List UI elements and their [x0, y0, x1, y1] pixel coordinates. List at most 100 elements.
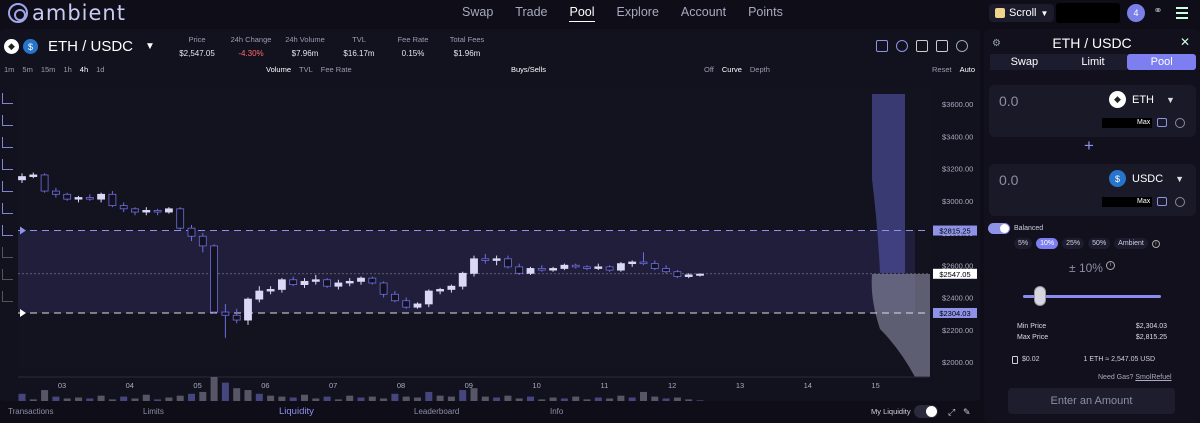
timeframe-1m[interactable]: 1m [4, 65, 14, 74]
fib-retracement-icon[interactable] [2, 181, 13, 192]
overlay-tvl[interactable]: TVL [299, 65, 313, 74]
timeframe-5m[interactable]: 5m [22, 65, 32, 74]
logo[interactable]: ambient [8, 1, 126, 25]
timeframe-4h[interactable]: 4h [80, 65, 88, 74]
candle-body [277, 279, 286, 290]
notification-badge[interactable]: 4 [1127, 4, 1145, 22]
magnet-icon[interactable] [2, 225, 13, 236]
crosshair-icon[interactable] [2, 93, 13, 104]
timeframe-1h[interactable]: 1h [63, 65, 71, 74]
dollar-icon[interactable] [896, 40, 908, 52]
range-width-10[interactable]: 10% [1036, 238, 1059, 249]
exchange-rate[interactable]: 1 ETH ≈ 2,547.05 USD [1084, 356, 1156, 364]
token-a-amount-input[interactable]: 0.0 [999, 93, 1018, 109]
nav-link-account[interactable]: Account [681, 5, 726, 22]
smolrefuel-link[interactable]: SmolRefuel [1135, 374, 1171, 381]
reset-button[interactable]: Reset [932, 65, 952, 74]
token-a-max-button[interactable]: Max [1137, 119, 1150, 126]
range-width-5[interactable]: 5% [1014, 238, 1033, 249]
token-b-amount-input[interactable]: 0.0 [999, 172, 1018, 188]
trend-line-icon[interactable] [2, 115, 13, 126]
y-tick-label: $2200.00 [942, 326, 973, 335]
tab-info[interactable]: Info [550, 407, 563, 416]
my-liquidity-toggle[interactable] [914, 405, 938, 418]
undo-icon[interactable] [2, 247, 13, 258]
rectangle-icon[interactable] [2, 159, 13, 170]
auto-scale-button[interactable]: Auto [960, 65, 975, 74]
nav-link-explore[interactable]: Explore [617, 5, 659, 22]
tab-pool[interactable]: Pool [1127, 54, 1197, 70]
nav-link-points[interactable]: Points [748, 5, 783, 22]
measure-icon[interactable] [2, 203, 13, 214]
enter-amount-button[interactable]: Enter an Amount [1008, 388, 1175, 414]
x-tick-label: 10 [532, 381, 540, 390]
network-selector[interactable]: Scroll ▼ [989, 4, 1055, 22]
tab-leaderboard[interactable]: Leaderboard [414, 407, 459, 416]
buys-sells-toggle[interactable]: Buys/Sells [511, 65, 546, 74]
range-slider-thumb[interactable] [1034, 286, 1046, 306]
usdc-icon: $ [1109, 170, 1126, 187]
x-tick-label: 05 [193, 381, 201, 390]
settings-icon[interactable] [956, 40, 968, 52]
info-icon[interactable]: i [1151, 239, 1160, 248]
token-b-selector[interactable]: $ USDC ▼ [1109, 170, 1184, 187]
price-chart[interactable]: $3600.00$3400.00$3200.00$3000.00$2800.00… [0, 29, 980, 401]
info-icon[interactable]: i [1105, 261, 1115, 270]
liquidity-mode-off[interactable]: Off [704, 65, 714, 74]
candle-body [560, 264, 569, 269]
need-gas-row: Need Gas? SmolRefuel [1098, 374, 1172, 381]
bar-chart-icon[interactable] [876, 40, 888, 52]
balanced-toggle[interactable] [988, 223, 1010, 234]
close-icon[interactable]: ✕ [1180, 35, 1190, 49]
fullscreen-icon[interactable] [916, 40, 928, 52]
range-width-25[interactable]: 25% [1062, 238, 1085, 249]
timeframe-1d[interactable]: 1d [96, 65, 104, 74]
candle-body [526, 268, 535, 274]
candle-body [300, 280, 309, 285]
range-width-ambient[interactable]: Ambient [1114, 238, 1148, 249]
wallet-address-button[interactable] [1056, 3, 1120, 23]
y-tick-label: $3000.00 [942, 197, 973, 206]
redo-icon[interactable] [2, 269, 13, 280]
range-width-50[interactable]: 50% [1088, 238, 1111, 249]
exchange-balance-icon[interactable] [1175, 197, 1185, 207]
wallet-icon[interactable] [1157, 197, 1167, 206]
tab-limits[interactable]: Limits [143, 407, 164, 416]
liquidity-mode-curve[interactable]: Curve [722, 65, 742, 74]
menu-icon[interactable] [1176, 4, 1192, 20]
liquidity-mode-depth[interactable]: Depth [750, 65, 770, 74]
candle-body [458, 272, 467, 287]
tab-limit[interactable]: Limit [1058, 54, 1128, 70]
overlay-fee-rate[interactable]: Fee Rate [321, 65, 352, 74]
balanced-label: Balanced [1014, 225, 1044, 232]
nav-link-pool[interactable]: Pool [569, 5, 595, 22]
trash-icon[interactable] [2, 291, 13, 302]
expand-icon[interactable]: ⤢ [948, 407, 955, 418]
horizontal-line-icon[interactable] [2, 137, 13, 148]
min-price-row: Min Price $2,304.03 [1017, 323, 1167, 330]
copy-icon[interactable] [936, 40, 948, 52]
wallet-icon[interactable] [1157, 118, 1167, 127]
candle-body [164, 208, 173, 213]
volume-bar [255, 393, 263, 401]
pin-icon[interactable]: ✎ [963, 407, 971, 418]
tab-swap[interactable]: Swap [990, 54, 1059, 70]
link-icon[interactable]: ⚭ [1150, 4, 1166, 20]
max-price-label: Max Price [1017, 334, 1049, 341]
candle-body [492, 258, 501, 261]
volume-bar [18, 393, 26, 401]
overlay-volume[interactable]: Volume [266, 65, 291, 74]
pair-selector[interactable]: ◆ $ ETH / USDC ▼ [4, 38, 155, 55]
token-a-selector[interactable]: ◆ ETH ▼ [1109, 91, 1175, 108]
nav-link-trade[interactable]: Trade [515, 5, 547, 22]
tab-liquidity[interactable]: Liquidity [279, 406, 314, 417]
volume-bar [425, 391, 433, 401]
nav-link-swap[interactable]: Swap [462, 5, 493, 22]
candle-body [334, 282, 343, 287]
token-b-max-button[interactable]: Max [1137, 198, 1150, 205]
timeframe-15m[interactable]: 15m [41, 65, 56, 74]
min-price-label: Min Price [1017, 323, 1047, 330]
exchange-balance-icon[interactable] [1175, 118, 1185, 128]
range-width-selector: 5% 10% 25% 50% Ambient i [1014, 238, 1160, 249]
tab-transactions[interactable]: Transactions [8, 407, 54, 416]
